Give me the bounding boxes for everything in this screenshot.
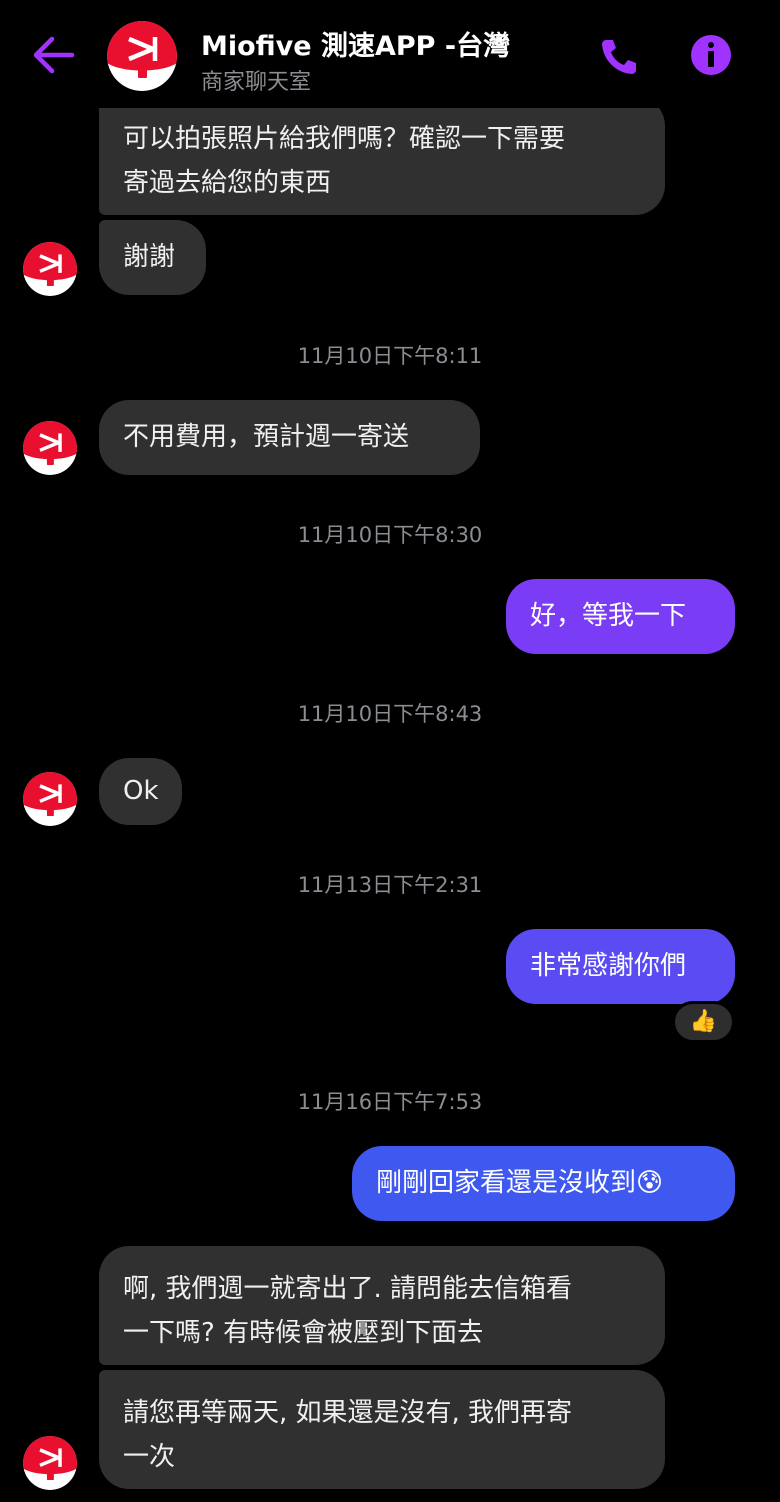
message-text-line: 啊, 我們週一就寄出了. 請問能去信箱看 [123, 1274, 573, 1304]
sender-avatar[interactable] [23, 772, 77, 826]
message-text-line: 可以拍張照片給我們嗎？確認一下需要 [123, 124, 566, 154]
reaction-thumbs-up[interactable]: 👍 [672, 1001, 735, 1043]
chat-subtitle: 商家聊天室 [201, 70, 312, 95]
message-bubble-incoming[interactable]: 啊, 我們週一就寄出了. 請問能去信箱看 一下嗎? 有時候會被壓到下面去 [99, 1246, 665, 1365]
message-bubble-outgoing[interactable]: 好，等我一下 [506, 579, 735, 654]
message-text: 謝謝 [123, 242, 176, 272]
chat-title: Miofive 測速APP -台灣 [201, 31, 511, 62]
miofive-logo-icon [23, 242, 77, 296]
message-bubble-outgoing[interactable]: 剛剛回家看還是沒收到😰 [352, 1146, 735, 1221]
message-text: 非常感謝你們 [530, 951, 687, 981]
contact-avatar[interactable] [107, 21, 177, 91]
timestamp: 11月10日下午8:43 [297, 702, 483, 726]
message-bubble-incoming[interactable]: 謝謝 [99, 220, 206, 295]
timestamp: 11月16日下午7:53 [297, 1090, 483, 1114]
miofive-logo-icon [23, 421, 77, 475]
message-bubble-incoming[interactable]: Ok [99, 758, 182, 825]
timestamp: 11月10日下午8:30 [297, 523, 483, 547]
sender-avatar[interactable] [23, 1436, 77, 1490]
info-icon[interactable] [690, 34, 732, 76]
timestamp: 11月13日下午2:31 [297, 873, 483, 897]
timestamp: 11月10日下午8:11 [297, 344, 483, 368]
message-text: 不用費用，預計週一寄送 [123, 422, 410, 452]
chat-header: Miofive 測速APP -台灣 商家聊天室 [0, 0, 780, 108]
message-text-line: 一下嗎? 有時候會被壓到下面去 [123, 1318, 484, 1348]
thumbs-up-icon: 👍 [689, 1009, 718, 1034]
miofive-logo-icon [23, 772, 77, 826]
message-bubble-incoming[interactable]: 請您再等兩天, 如果還是沒有, 我們再寄 一次 [99, 1370, 665, 1489]
arrow-left-icon[interactable] [30, 34, 76, 76]
phone-icon[interactable] [598, 36, 642, 76]
miofive-logo-icon [23, 1436, 77, 1490]
message-text: Ok [123, 776, 159, 806]
miofive-logo-icon [107, 21, 177, 91]
message-text-line: 一次 [123, 1442, 176, 1472]
message-bubble-incoming[interactable]: 不用費用，預計週一寄送 [99, 400, 480, 475]
message-bubble-incoming[interactable]: 可以拍張照片給我們嗎？確認一下需要 寄過去給您的東西 [99, 96, 665, 215]
message-text-line: 寄過去給您的東西 [123, 168, 332, 198]
message-text: 好，等我一下 [530, 601, 687, 631]
sender-avatar[interactable] [23, 242, 77, 296]
message-bubble-outgoing[interactable]: 非常感謝你們 [506, 929, 735, 1004]
sender-avatar[interactable] [23, 421, 77, 475]
message-text: 剛剛回家看還是沒收到😰 [376, 1168, 664, 1198]
message-text-line: 請您再等兩天, 如果還是沒有, 我們再寄 [123, 1398, 573, 1428]
